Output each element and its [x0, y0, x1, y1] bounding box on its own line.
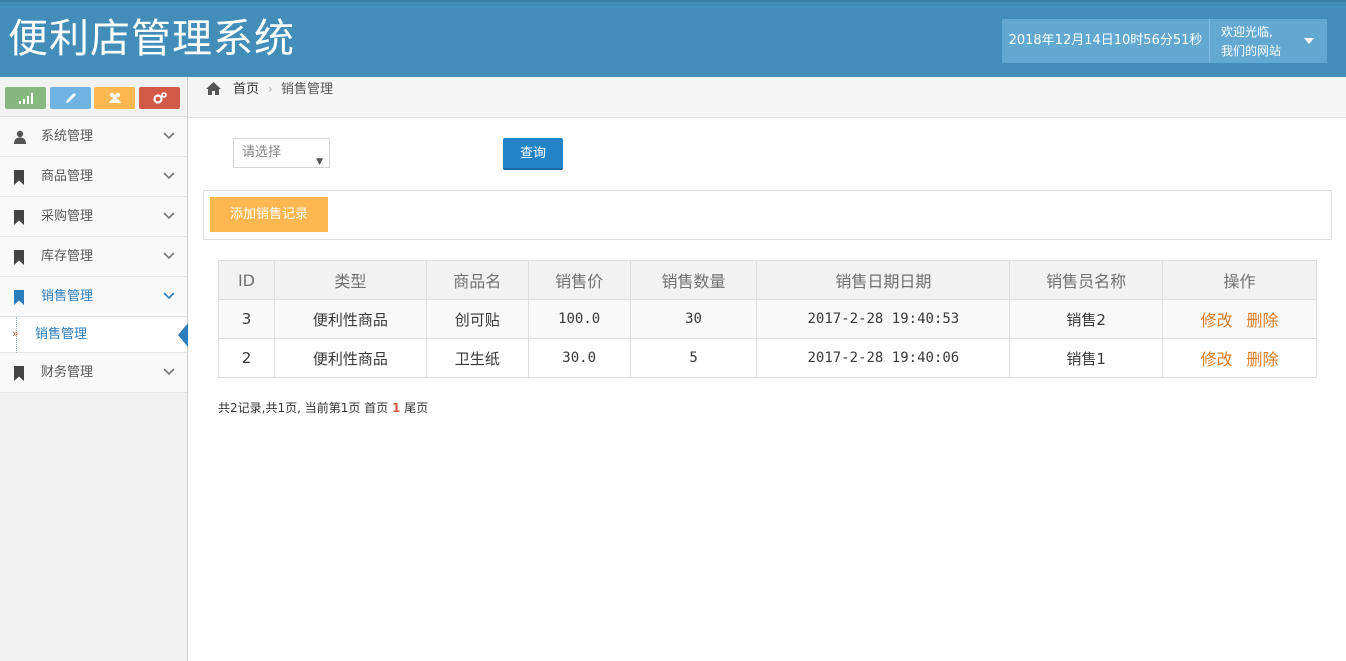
- sidebar-item-goods[interactable]: 商品管理: [0, 157, 187, 197]
- breadcrumb-home-link[interactable]: 首页: [233, 77, 259, 102]
- sidebar-item-label: 系统管理: [41, 129, 94, 144]
- active-pointer: [178, 323, 188, 347]
- signal-icon: [19, 93, 33, 104]
- users-icon: [109, 92, 121, 103]
- bookmark-icon: [14, 250, 24, 265]
- cell-actions: 修改 删除: [1162, 338, 1317, 378]
- sidebar-item-label: 商品管理: [41, 169, 94, 184]
- chevron-down-icon: [163, 212, 175, 220]
- cell-type: 便利性商品: [273, 299, 427, 339]
- column-header: 销售价: [527, 260, 631, 300]
- cell-name: 卫生纸: [425, 338, 529, 378]
- sidebar-item-label: 库存管理: [41, 249, 94, 264]
- table-row: 3 便利性商品 创可贴 100.0 30 2017-2-28 19:40:53 …: [218, 299, 1317, 339]
- user-icon: [14, 130, 26, 144]
- cell-type: 便利性商品: [273, 338, 427, 378]
- sidebar-item-finance[interactable]: 财务管理: [0, 353, 187, 393]
- cell-qty: 30: [629, 299, 758, 339]
- last-page-link[interactable]: 尾页: [404, 401, 428, 415]
- sidebar-subitem-sales[interactable]: » 销售管理: [0, 317, 188, 353]
- table-header-row: ID 类型 商品名 销售价 销售数量 销售日期日期 销售员名称 操作: [218, 260, 1317, 300]
- current-datetime: 2018年12月14日10时56分51秒: [1002, 19, 1209, 63]
- bookmark-icon: [14, 290, 24, 305]
- pagination-summary: 共2记录,共1页, 当前第1页: [218, 401, 361, 415]
- cell-name: 创可贴: [425, 299, 529, 339]
- delete-link[interactable]: 删除: [1247, 311, 1279, 330]
- cell-seller: 销售1: [1009, 338, 1164, 378]
- breadcrumb: 首页 › 销售管理: [188, 77, 1346, 118]
- cell-price: 100.0: [527, 299, 631, 339]
- bookmark-icon: [14, 170, 24, 185]
- first-page-link[interactable]: 首页: [364, 401, 388, 415]
- table-row: 2 便利性商品 卫生纸 30.0 5 2017-2-28 19:40:06 销售…: [218, 338, 1317, 378]
- sidebar-shortcuts: [0, 77, 187, 117]
- category-select[interactable]: 请选择 ▼: [233, 138, 330, 168]
- top-navbar: 便利店管理系统 2018年12月14日10时56分51秒 欢迎光临, 我们的网站: [0, 0, 1346, 77]
- user-menu-button[interactable]: 欢迎光临, 我们的网站: [1209, 19, 1327, 63]
- pagination: 共2记录,共1页, 当前第1页 首页 1 尾页: [218, 400, 428, 416]
- cogs-icon: [153, 92, 167, 104]
- add-sales-record-button[interactable]: 添加销售记录: [210, 197, 328, 232]
- sidebar-item-sales[interactable]: 销售管理: [0, 277, 187, 317]
- column-header: 类型: [273, 260, 427, 300]
- sidebar-item-label: 财务管理: [41, 365, 94, 380]
- app-title[interactable]: 便利店管理系统: [8, 14, 295, 64]
- delete-link[interactable]: 删除: [1247, 350, 1279, 369]
- column-header: ID: [218, 260, 275, 300]
- current-page-number[interactable]: 1: [392, 401, 400, 415]
- sidebar-item-inventory[interactable]: 库存管理: [0, 237, 187, 277]
- chevron-down-icon: [163, 292, 175, 300]
- column-header: 销售数量: [629, 260, 758, 300]
- chevron-down-icon: [163, 252, 175, 260]
- sidebar-item-label: 采购管理: [41, 209, 94, 224]
- cell-seller: 销售2: [1009, 299, 1164, 339]
- welcome-text: 欢迎光临,: [1221, 25, 1273, 39]
- cell-id: 3: [218, 299, 275, 339]
- edit-link[interactable]: 修改: [1201, 311, 1233, 330]
- sidebar-item-purchase[interactable]: 采购管理: [0, 197, 187, 237]
- cell-id: 2: [218, 338, 275, 378]
- sidebar-item-label: 销售管理: [41, 289, 94, 304]
- home-icon[interactable]: [205, 81, 222, 96]
- cell-price: 30.0: [527, 338, 631, 378]
- shortcut-stats-button[interactable]: [5, 87, 46, 109]
- edit-link[interactable]: 修改: [1201, 350, 1233, 369]
- sidebar-item-system[interactable]: 系统管理: [0, 117, 187, 157]
- bookmark-icon: [14, 210, 24, 225]
- query-button[interactable]: 查询: [503, 138, 563, 170]
- chevron-down-icon: [163, 172, 175, 180]
- column-header: 销售日期日期: [756, 260, 1011, 300]
- bookmark-icon: [14, 366, 24, 381]
- chevron-down-icon: [163, 132, 175, 140]
- chevron-down-icon: [163, 368, 175, 376]
- sales-table: ID 类型 商品名 销售价 销售数量 销售日期日期 销售员名称 操作 3 便利性…: [218, 260, 1317, 378]
- cell-date: 2017-2-28 19:40:06: [756, 338, 1011, 378]
- shortcut-edit-button[interactable]: [50, 87, 91, 109]
- cell-actions: 修改 删除: [1162, 299, 1317, 339]
- double-angle-right-icon: »: [12, 327, 19, 340]
- action-toolbar: 添加销售记录: [203, 190, 1332, 240]
- column-header: 操作: [1162, 260, 1317, 300]
- sidebar: 系统管理 商品管理 采购管理 库存管理 销售管理 » 销售管理 财务管理: [0, 77, 188, 661]
- pencil-icon: [66, 93, 76, 103]
- shortcut-settings-button[interactable]: [139, 87, 180, 109]
- shortcut-users-button[interactable]: [94, 87, 135, 109]
- cell-date: 2017-2-28 19:40:53: [756, 299, 1011, 339]
- caret-down-icon: [1304, 38, 1314, 44]
- breadcrumb-current: 销售管理: [281, 82, 334, 97]
- select-value: 请选择: [242, 145, 282, 160]
- cell-qty: 5: [629, 338, 758, 378]
- column-header: 销售员名称: [1009, 260, 1164, 300]
- select-caret-icon: ▼: [316, 157, 323, 167]
- breadcrumb-separator: ›: [268, 82, 273, 96]
- sidebar-subitem-label: 销售管理: [35, 327, 88, 342]
- site-text: 我们的网站: [1221, 44, 1282, 58]
- column-header: 商品名: [425, 260, 529, 300]
